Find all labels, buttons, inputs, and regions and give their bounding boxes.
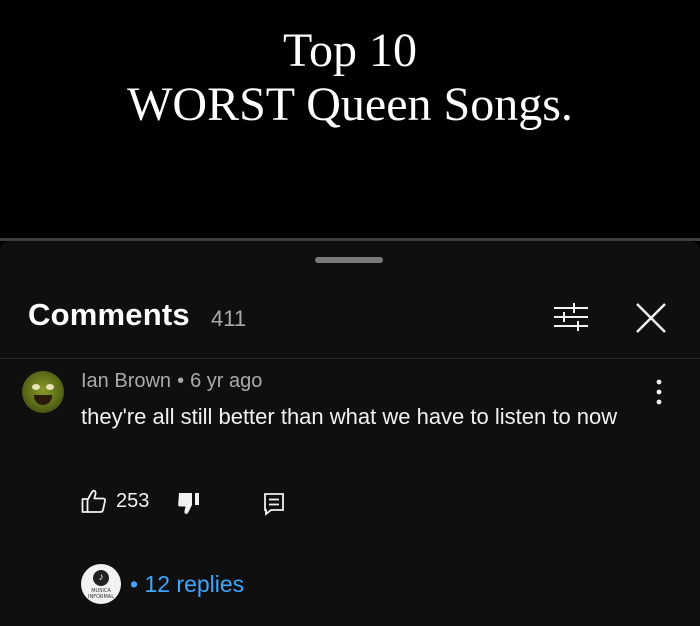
meta-separator: • [177,370,185,392]
more-options-icon[interactable] [645,376,673,408]
replies-count-label: 12 replies [144,571,245,597]
replies-separator: • [130,571,139,597]
comments-heading: Comments [28,297,190,332]
thumbs-up-icon[interactable] [81,488,107,514]
filter-sliders-icon[interactable] [552,300,590,334]
music-note-icon: ♪ [93,570,109,586]
comments-count: 411 [211,306,247,331]
reply-comment-icon[interactable] [263,492,285,516]
video-title-line-2: WORST Queen Songs. [127,78,573,131]
commenter-avatar[interactable] [22,371,64,413]
comment-text: they're all still better than what we ha… [81,404,618,429]
video-title-line-1: Top 10 [283,24,417,77]
comment-author[interactable]: Ian Brown [81,370,171,392]
comment-meta: Ian Brown • 6 yr ago [81,370,262,393]
drag-handle[interactable] [315,257,383,263]
close-icon[interactable] [632,300,670,336]
like-count: 253 [116,490,150,512]
video-title-card: Top 10 WORST Queen Songs. [0,24,700,132]
thumbs-down-icon[interactable] [177,490,203,516]
header-divider [0,358,700,359]
comment-timestamp: 6 yr ago [190,370,263,392]
reply-author-avatar[interactable]: ♪ MUSICA INFORMAL [81,564,121,604]
comments-sheet: Comments 411 Ian Brown • 6 yr ago they're … [0,241,700,626]
video-player[interactable]: Top 10 WORST Queen Songs. [0,0,700,240]
view-replies-link[interactable]: • 12 replies [130,571,244,598]
reply-avatar-label: MUSICA INFORMAL [87,588,115,600]
